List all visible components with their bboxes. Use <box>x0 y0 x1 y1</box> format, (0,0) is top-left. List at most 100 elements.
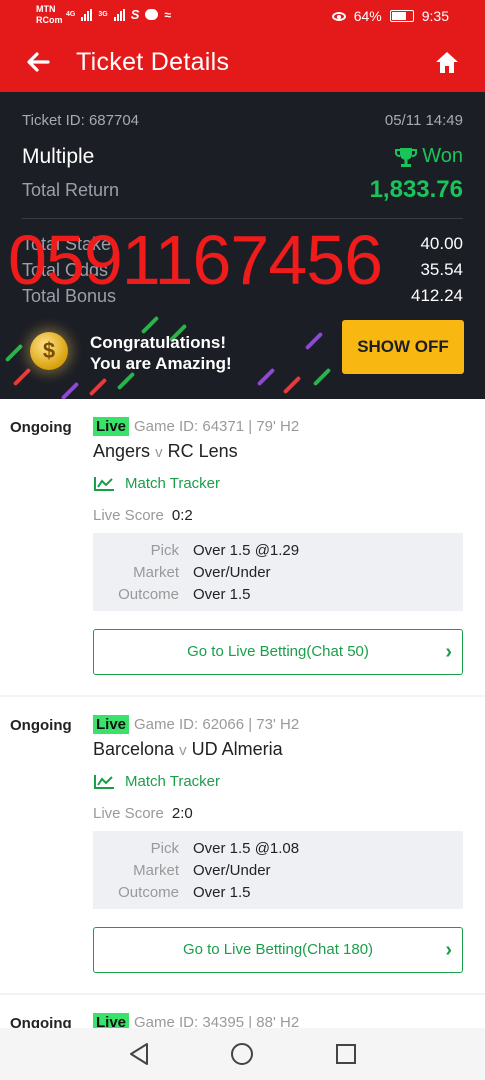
congrats-message: Congratulations! You are Amazing! <box>90 333 232 373</box>
game-info: Game ID: 64371 | 79' H2 <box>134 418 300 435</box>
chevron-right-icon: › <box>445 939 452 961</box>
market-value: Over/Under <box>193 862 271 879</box>
market-label: Market <box>133 564 179 581</box>
confetti-streak <box>282 375 302 395</box>
confetti-streak <box>12 367 32 387</box>
trophy-icon <box>395 147 418 167</box>
match-tracker-link[interactable]: Match Tracker <box>93 773 220 790</box>
pick-label: Pick <box>150 542 179 559</box>
versus: v <box>179 742 187 759</box>
confetti-streak <box>4 343 24 363</box>
away-team: RC Lens <box>167 441 238 461</box>
match-tracker-label: Match Tracker <box>125 475 221 492</box>
network-type-3g: 3G <box>98 11 108 18</box>
match-teams: Angers v RC Lens <box>93 441 238 462</box>
pick-details: Pick Over 1.5 @1.08 Market Over/Under Ou… <box>93 831 463 909</box>
status-right: 64% 9:35 <box>331 8 449 24</box>
app-header: Ticket Details <box>0 32 485 92</box>
match-teams: Barcelona v UD Almeria <box>93 739 283 760</box>
status-bar: MTN RCom 4G 3G S ≈ 64% 9:35 <box>0 0 485 32</box>
divider <box>22 218 463 219</box>
market-label: Market <box>133 862 179 879</box>
show-off-button[interactable]: SHOW OFF <box>342 320 464 374</box>
ticket-date: 05/11 14:49 <box>384 112 463 129</box>
confetti-streak <box>116 371 136 391</box>
app-notification-icon: S <box>130 7 140 22</box>
outcome-value: Over 1.5 <box>193 884 251 901</box>
chevron-right-icon: › <box>445 641 452 663</box>
signal-icon-2 <box>113 8 125 21</box>
clock: 9:35 <box>421 8 449 24</box>
live-score-value: 0:2 <box>171 507 193 524</box>
go-live-betting-button[interactable]: Go to Live Betting(Chat 50) › <box>93 629 463 675</box>
bet-state: Ongoing <box>10 1015 72 1028</box>
match-tracker-label: Match Tracker <box>125 773 221 790</box>
total-stake-value: 40.00 <box>420 234 463 253</box>
chart-line-icon <box>94 774 114 789</box>
bet-card: Ongoing Live Game ID: 62066 | 73' H2 Bar… <box>0 697 485 993</box>
back-arrow-icon[interactable] <box>24 48 52 76</box>
go-live-betting-button[interactable]: Go to Live Betting(Chat 180) › <box>93 927 463 973</box>
live-score-value: 2:0 <box>171 805 193 822</box>
bet-card: Ongoing Live Game ID: 64371 | 79' H2 Ang… <box>0 399 485 695</box>
live-score-label: Live Score <box>93 507 164 524</box>
ticket-id: Ticket ID: 687704 <box>22 112 140 129</box>
pick-label: Pick <box>150 840 179 857</box>
bet-type: Multiple <box>22 145 95 168</box>
bet-state: Ongoing <box>10 419 72 436</box>
page-title: Ticket Details <box>76 48 230 76</box>
nav-home-icon[interactable] <box>231 1043 253 1065</box>
home-team: Barcelona <box>93 739 175 759</box>
chart-line-icon <box>94 476 114 491</box>
eye-comfort-icon <box>331 11 346 21</box>
carrier-label: MTN RCom <box>36 4 63 25</box>
outcome-label: Outcome <box>118 884 179 901</box>
away-team: UD Almeria <box>191 739 283 759</box>
market-value: Over/Under <box>193 564 271 581</box>
confetti-streak <box>304 331 324 351</box>
outcome-value: Over 1.5 <box>193 586 251 603</box>
message-icon <box>145 9 159 20</box>
cast-icon: ≈ <box>164 7 171 22</box>
versus: v <box>155 444 163 461</box>
home-team: Angers <box>93 441 151 461</box>
confetti-streak <box>256 367 276 387</box>
battery-icon <box>389 10 414 22</box>
confetti-streak <box>312 367 332 387</box>
outcome-label: Outcome <box>118 586 179 603</box>
battery-percent: 64% <box>353 8 382 24</box>
bet-card: Ongoing Live Game ID: 34395 | 88' H2 <box>0 995 485 1028</box>
live-score: Live Score 2:0 <box>93 805 193 822</box>
phone-watermark: 0591167456 <box>8 221 383 299</box>
total-return-value: 1,833.76 <box>369 176 463 203</box>
match-tracker-link[interactable]: Match Tracker <box>93 475 220 492</box>
bet-state: Ongoing <box>10 717 72 734</box>
network-type-4g: 4G <box>66 11 76 18</box>
confetti-streak <box>60 381 80 399</box>
result-text: Won <box>422 145 463 167</box>
total-odds-value: 35.54 <box>420 260 463 279</box>
signal-icon <box>81 8 93 21</box>
nav-back-icon[interactable] <box>128 1042 150 1066</box>
go-live-label: Go to Live Betting(Chat 180) <box>182 941 374 958</box>
pick-value: Over 1.5 @1.29 <box>193 542 300 559</box>
pick-value: Over 1.5 @1.08 <box>193 840 300 857</box>
result-badge: Won <box>394 145 463 168</box>
live-badge: Live <box>93 417 130 436</box>
live-score: Live Score 0:2 <box>93 507 193 524</box>
live-badge: Live <box>93 1013 130 1028</box>
ticket-summary: Ticket ID: 687704 05/11 14:49 Multiple W… <box>0 92 485 399</box>
home-icon[interactable] <box>433 48 461 76</box>
nav-recents-icon[interactable] <box>336 1044 356 1064</box>
game-info: Game ID: 62066 | 73' H2 <box>134 716 300 733</box>
system-nav-bar <box>0 1028 485 1080</box>
live-score-label: Live Score <box>93 805 164 822</box>
pick-details: Pick Over 1.5 @1.29 Market Over/Under Ou… <box>93 533 463 611</box>
total-bonus-value: 412.24 <box>411 286 463 305</box>
confetti-streak <box>88 377 108 397</box>
go-live-label: Go to Live Betting(Chat 50) <box>187 643 369 660</box>
game-info: Game ID: 34395 | 88' H2 <box>134 1014 300 1028</box>
live-badge: Live <box>93 715 130 734</box>
network-indicators: 4G 3G S ≈ <box>66 7 171 22</box>
total-return-label: Total Return <box>22 180 120 200</box>
